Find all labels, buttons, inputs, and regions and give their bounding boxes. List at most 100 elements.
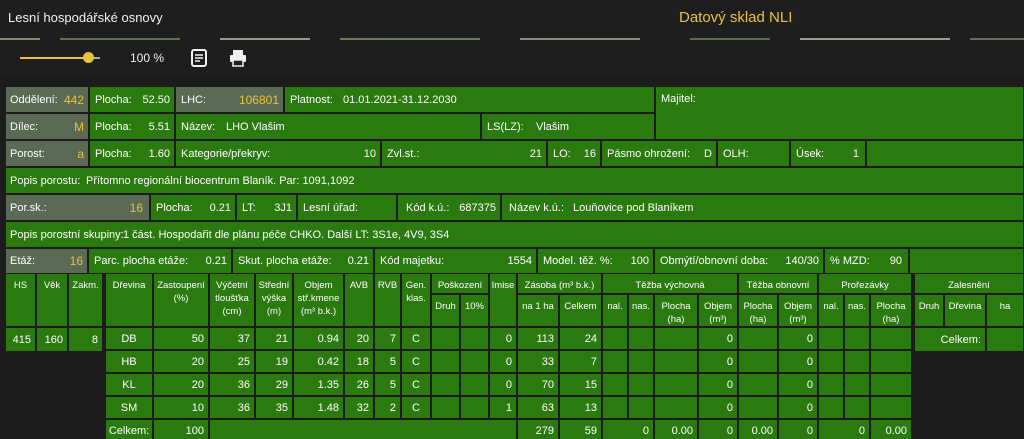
table-cell: 0 <box>778 373 818 396</box>
kategorie-value: 10 <box>363 147 376 160</box>
table-total-cell <box>209 419 517 439</box>
col-hs: HS <box>5 273 36 327</box>
table-cell: 35 <box>255 396 293 419</box>
col-zal-druh: Druh <box>914 294 944 327</box>
dilec-label: Dílec: <box>10 120 39 133</box>
plocha-value: 0.21 <box>209 201 231 214</box>
table-cell: 0 <box>778 327 818 350</box>
table-cell <box>628 327 654 350</box>
kod-majetku-label: Kód majetku: <box>380 255 445 267</box>
col-pr-nas: nas. <box>844 294 870 327</box>
table-cell <box>870 327 912 350</box>
skut-field: Skut. plocha etáže: 0.21 <box>232 248 374 274</box>
lt-field: LT: 3J1 <box>236 194 297 221</box>
col-avb: AVB <box>344 273 374 327</box>
porost-field: Porost: a <box>5 140 89 167</box>
nazev-value: LHO Vlašim <box>226 120 285 133</box>
platnost-value: 01.01.2021-31.12.2030 <box>343 93 457 106</box>
table-total-cell: 0 <box>778 419 818 439</box>
popis-porostu-field: Popis porostu: Přítomno regionální bioce… <box>5 167 1024 194</box>
table-cell <box>431 327 460 350</box>
table-cell <box>870 396 912 419</box>
col-zasoba: Zásoba (m³ b.k.) <box>517 273 602 294</box>
empty-field <box>866 140 1024 167</box>
col-vek: Věk <box>36 273 68 327</box>
table-cell <box>844 327 870 350</box>
plocha-value: 1.60 <box>148 147 170 160</box>
skut-label: Skut. plocha etáže: <box>238 255 332 267</box>
nazev-field: Název: LHO Vlašim <box>175 113 481 140</box>
table-total-cell: 279 <box>517 419 559 439</box>
col-objem: Objem stř.kmene (m³ b.k.) <box>293 273 344 327</box>
popis-porostu-label: Popis porostu: <box>10 174 81 187</box>
data-warehouse-title: Datový sklad NLI <box>679 9 793 26</box>
col-imise: Imise <box>489 273 517 327</box>
col-to-plocha: Plocha (ha) <box>738 294 778 327</box>
table-cell: 70 <box>517 373 559 396</box>
lslz-label: LS(LZ): <box>487 120 524 133</box>
table-cell <box>818 350 844 373</box>
table-cell: 36 <box>209 373 255 396</box>
parc-label: Parc. plocha etáže: <box>94 255 189 267</box>
table-cell: 20 <box>153 373 209 396</box>
table-cell: 33 <box>517 350 559 373</box>
table-cell <box>628 373 654 396</box>
table-cell: 5 <box>374 350 401 373</box>
table-cell: 0.42 <box>293 350 344 373</box>
table-cell <box>654 373 698 396</box>
table-cell: 0 <box>489 350 517 373</box>
table-total-cell: 0.00 <box>870 419 912 439</box>
table-cell: 0.94 <box>293 327 344 350</box>
table-cell <box>818 373 844 396</box>
table-cell: 7 <box>374 327 401 350</box>
nazev-label: Název: <box>181 120 216 133</box>
plocha-label: Plocha: <box>95 147 132 160</box>
plocha-field-2: Plocha: 5.51 <box>89 113 175 140</box>
table-cell: KL <box>105 373 153 396</box>
zal-celkem-label: Celkem: <box>914 327 986 352</box>
col-na1ha: na 1 ha <box>517 294 559 327</box>
col-zakm: Zakm. <box>68 273 103 327</box>
table-cell: 15 <box>559 373 602 396</box>
table-cell <box>460 396 489 419</box>
table-cell: 1.48 <box>293 396 344 419</box>
table-cell: 50 <box>153 327 209 350</box>
table-cell: HB <box>105 350 153 373</box>
table-cell: 113 <box>517 327 559 350</box>
table-cell <box>738 350 778 373</box>
model-label: Model. těž. %: <box>543 255 613 267</box>
oddeleni-value: 442 <box>63 92 84 107</box>
zal-celkem-value <box>986 327 1024 352</box>
toolbar: 100 % <box>0 42 1024 76</box>
table-cell <box>602 327 628 350</box>
lt-label: LT: <box>242 201 256 214</box>
col-pr-plocha: Plocha (ha) <box>870 294 912 327</box>
platnost-label: Platnost: <box>290 93 333 106</box>
olh-field: OLH: <box>717 140 790 167</box>
notes-icon[interactable] <box>190 48 208 68</box>
table-cell: 37 <box>209 327 255 350</box>
col-posk-druh: Druh <box>431 294 460 327</box>
plocha-value: 5.51 <box>148 120 170 133</box>
oddeleni-label: Oddělení: <box>10 93 58 106</box>
print-icon[interactable] <box>229 48 247 68</box>
col-to-objem: Objem (m³) <box>778 294 818 327</box>
col-rvb: RVB <box>374 273 401 327</box>
popis-skupiny-field: Popis porostní skupiny: 1 část. Hospodař… <box>5 221 1024 248</box>
kodku-value: 687375 <box>459 201 496 214</box>
oddeleni-field: Oddělení: 442 <box>5 86 89 113</box>
mzd-value: 90 <box>889 255 902 267</box>
app-title: Lesní hospodářské osnovy <box>8 10 163 25</box>
table-cell <box>654 350 698 373</box>
usek-value: 1 <box>852 147 859 160</box>
pasmo-field: Pásmo ohrožení: D <box>601 140 717 167</box>
parc-field: Parc. plocha etáže: 0.21 <box>88 248 232 274</box>
zoom-slider-handle[interactable] <box>83 52 94 63</box>
model-field: Model. těž. %: 100 <box>537 248 654 274</box>
table-cell: SM <box>105 396 153 419</box>
mzd-label: % MZD: <box>830 255 870 267</box>
empty-field <box>909 248 1024 274</box>
skut-value: 0.21 <box>347 255 369 267</box>
popis-skupiny-value: 1 část. Hospodařit dle plánu péče CHKO. … <box>123 228 450 241</box>
table-cell: 36 <box>209 396 255 419</box>
